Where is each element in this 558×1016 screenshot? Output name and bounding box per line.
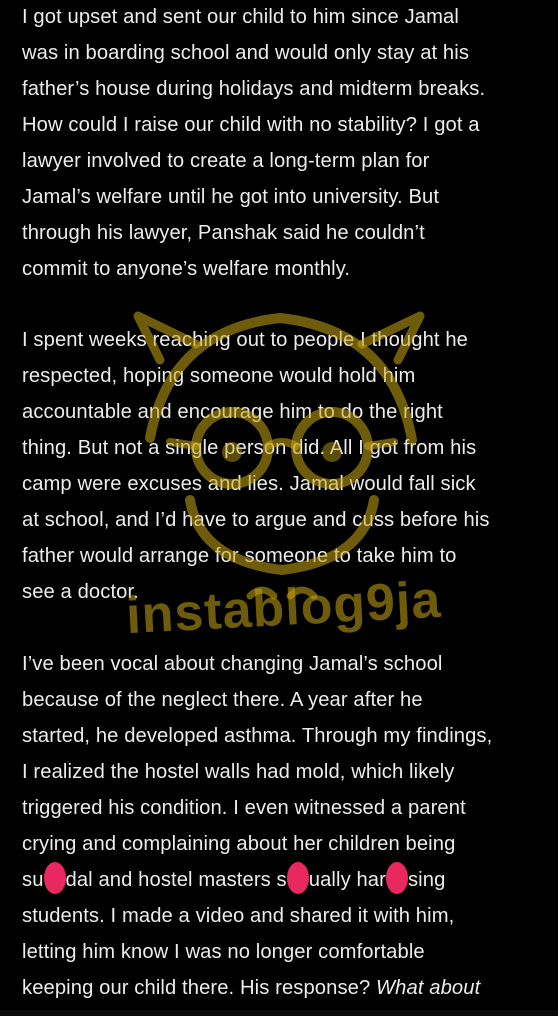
text-line: through his lawyer, Panshak said he coul… [22,222,425,244]
text-line: see a doctor. [22,581,139,603]
italic-text-segment: What about [376,977,481,999]
text-line: camp were excuses and lies. Jamal would … [22,473,476,495]
censor-blot [286,861,309,894]
paragraph-3: I’ve been vocal about changing Jamal’s s… [22,646,554,1006]
text-line: I spent weeks reaching out to people I t… [22,329,468,351]
bottom-edge [0,1010,558,1016]
text-line: father would arrange for someone to take… [22,545,457,567]
text-line: triggered his condition. I even witnesse… [22,797,466,819]
text-segment: su [22,869,44,891]
text-line: lawyer involved to create a long-term pl… [22,150,430,172]
text-segment: keeping our child there. His response? [22,977,377,999]
paragraph-1: I got upset and sent our child to him si… [22,0,554,287]
screenshot-screen: I got upset and sent our child to him si… [0,0,558,1016]
text-line: respected, hoping someone would hold him [22,365,416,387]
text-line: How could I raise our child with no stab… [22,114,480,136]
censor-blot [43,861,66,894]
censor-blot [385,861,408,894]
text-line: commit to anyone’s welfare monthly. [22,258,351,280]
text-line: was in boarding school and would only st… [22,42,470,64]
text-line: students. I made a video and shared it w… [22,905,455,927]
text-line: because of the neglect there. A year aft… [22,689,423,711]
text-segment: ually har [308,869,386,891]
censored-text-line: su dal and hostel masters s ually har sing [22,861,554,898]
text-line: I realized the hostel walls had mold, wh… [22,761,455,783]
text-line: Jamal’s welfare until he got into univer… [22,186,440,208]
text-line: keeping our child there. His response? W… [22,970,554,1006]
text-segment: sing [407,869,446,891]
text-line: I got upset and sent our child to him si… [22,6,459,28]
text-line: father’s house during holidays and midte… [22,78,486,100]
text-line: letting him know I was no longer comfort… [22,941,425,963]
text-line: thing. But not a single person did. All … [22,437,477,459]
text-line: I’ve been vocal about changing Jamal’s s… [22,653,443,675]
text-segment: dal and hostel masters s [65,869,287,891]
paragraph-2: I spent weeks reaching out to people I t… [22,322,554,610]
text-line: started, he developed asthma. Through my… [22,725,493,747]
text-line: accountable and encourage him to do the … [22,401,443,423]
text-line: crying and complaining about her childre… [22,833,456,855]
text-line: at school, and I’d have to argue and cus… [22,509,490,531]
